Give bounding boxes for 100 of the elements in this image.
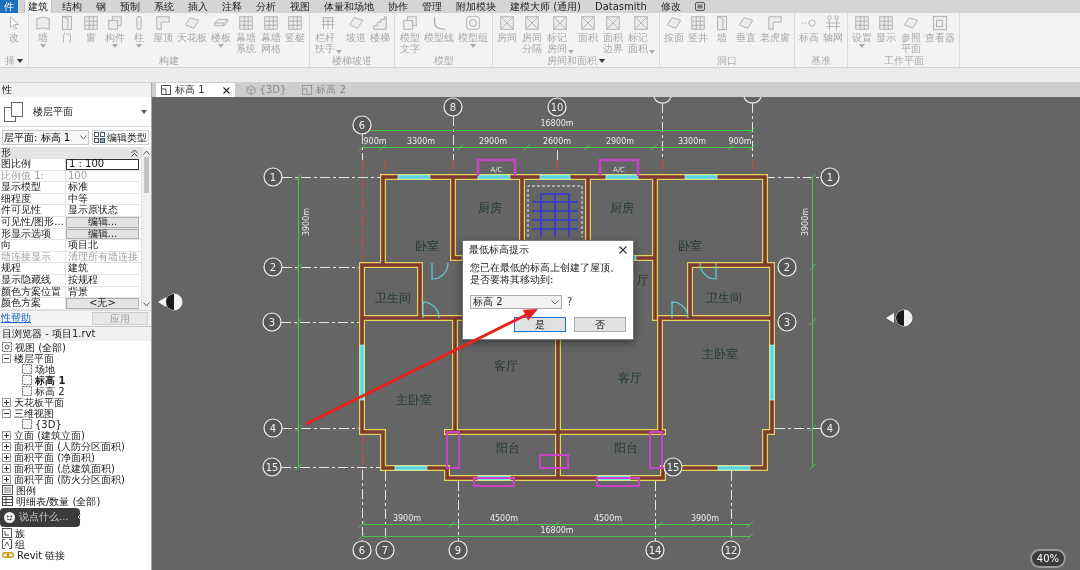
close-button[interactable] — [616, 243, 630, 256]
stacked-pages-icon — [3, 100, 25, 123]
door-swing-symbol — [699, 262, 717, 280]
property-button[interactable]: 编辑... — [66, 228, 139, 240]
window-symbol — [597, 475, 631, 481]
scroll-up-icon — [143, 150, 150, 155]
help-link[interactable]: 性帮助 — [1, 312, 31, 325]
ribbon-tab[interactable]: 体量和场地 — [320, 0, 378, 13]
ribbon-tab[interactable]: 附加模块 — [452, 0, 500, 13]
group-label: 择 — [5, 55, 15, 67]
view-icon — [22, 375, 32, 386]
grid-bubble: 9 — [448, 540, 468, 560]
group-label: 构建 — [159, 55, 179, 67]
edit-type-button[interactable]: 编辑类型 — [92, 129, 149, 145]
dimension-text: 16800m — [540, 526, 574, 535]
tree-item[interactable]: 标高 2 — [35, 385, 65, 397]
property-value: 建筑 — [67, 263, 89, 274]
window-symbol — [769, 344, 775, 401]
dialog-button[interactable]: 是 — [514, 317, 566, 332]
tree-item[interactable]: 立面 (建筑立面) — [14, 429, 85, 441]
dialog-button[interactable]: 否 — [574, 317, 626, 332]
curve-icon — [431, 15, 447, 31]
ribbon-tab[interactable]: 钢 — [92, 0, 110, 13]
group-label: 房间和面积 — [547, 55, 597, 67]
scrollbar-thumb[interactable] — [144, 157, 149, 193]
panel-title: 性 — [0, 83, 151, 97]
property-value: 按规程 — [67, 274, 99, 286]
ribbon-tab[interactable]: 建模大师 (通用) — [506, 0, 585, 13]
property-button[interactable]: 编辑... — [66, 216, 139, 228]
help-mark: ? — [567, 296, 573, 308]
ribbon-tab[interactable]: 结构 — [58, 0, 86, 13]
chevron-down-icon — [80, 134, 87, 140]
ribbon-tab[interactable]: 视图 — [286, 0, 314, 13]
property-button[interactable]: <无> — [66, 298, 139, 309]
tree-item[interactable]: 天花板平面 — [14, 396, 64, 408]
room-label: 阳台 — [614, 441, 638, 455]
grid-bubble: 12 — [721, 540, 741, 560]
property-value: 显示原状态 — [67, 205, 119, 216]
dimension-text: 3300m — [406, 137, 436, 146]
equipment-box — [473, 477, 515, 487]
view-tab[interactable]: 标高 1 — [156, 83, 235, 97]
ribbon-tab[interactable]: 注释 — [218, 0, 246, 13]
property-label: 向 — [0, 240, 66, 251]
ribbon-tab[interactable]: 插入 — [184, 0, 212, 13]
grid-bubble: 4 — [820, 418, 840, 438]
tree-item[interactable]: 图例 — [16, 484, 36, 496]
tree-item[interactable]: 场地 — [35, 363, 55, 375]
window-symbol — [539, 174, 571, 180]
plan-view-icon — [161, 85, 171, 95]
ribbon-tab[interactable]: 修改 — [656, 0, 685, 13]
comment-bar[interactable]: 说点什么... — [0, 507, 80, 527]
equipment-box — [596, 477, 640, 487]
property-label: 比例值 1: — [0, 170, 66, 182]
window-symbol — [684, 174, 718, 180]
scrollbar[interactable] — [141, 147, 151, 310]
level-select[interactable]: 标高 2 — [470, 295, 562, 309]
ribbon-tab[interactable]: 管理 — [418, 0, 446, 13]
room-label: 客厅 — [618, 371, 642, 385]
property-label: 显示隐藏线 — [0, 274, 66, 286]
group-label: 模型 — [433, 55, 454, 67]
tree-item[interactable]: 面积平面 (总建筑面积) — [14, 462, 115, 474]
tree-item[interactable]: 明细表/数量 (全部) — [16, 495, 101, 507]
property-value: 标准 — [67, 182, 89, 193]
tree-item[interactable]: 标高 1 — [35, 374, 66, 386]
view-icon — [22, 364, 32, 375]
group-label: 洞口 — [717, 55, 737, 67]
grid-bubble: 14 — [645, 540, 665, 560]
tree-item[interactable]: Revit 链接 — [17, 549, 66, 561]
tree-item[interactable]: 族 — [15, 527, 25, 539]
property-label: 显示模型 — [0, 182, 66, 193]
property-field[interactable]: 1 : 100 — [66, 159, 139, 170]
grid-bubble: 8 — [443, 97, 463, 117]
tree-item[interactable]: 组 — [15, 538, 25, 550]
equipment-box — [649, 431, 663, 469]
ribbon-tab[interactable]: 系统 — [150, 0, 178, 13]
grid-bubble: 4 — [263, 418, 283, 438]
door-swing-symbol — [671, 301, 689, 319]
collapse-icon — [131, 149, 138, 157]
dimension-text: 4500m — [593, 514, 623, 523]
view-selector[interactable]: 层平面: 标高 1 — [2, 129, 89, 145]
property-label: 墙连接显示 — [0, 251, 66, 263]
tree-item[interactable]: 楼层平面 — [14, 352, 54, 364]
tree-item[interactable]: 面积平面 (防火分区面积) — [14, 473, 125, 485]
grid-bubble: 1 — [263, 167, 283, 187]
ribbon-tab[interactable]: Datasmith — [591, 0, 651, 13]
ribbon-tab[interactable]: 分析 — [252, 0, 280, 13]
tree-item[interactable]: {3D} — [35, 418, 62, 430]
cube-icon — [245, 85, 256, 95]
ribbon-tab[interactable]: 件 — [0, 0, 18, 13]
ribbon-tab[interactable]: 协作 — [384, 0, 412, 13]
tree-item[interactable]: 三维视图 — [14, 407, 54, 419]
tree-item[interactable]: 面积平面 (净面积) — [14, 451, 95, 463]
tree-item[interactable]: 面积平面 (人防分区面积) — [14, 440, 125, 452]
tree-item[interactable]: 视图 (全部) — [15, 341, 66, 353]
ribbon-tab[interactable]: 建筑 — [24, 0, 52, 13]
stair-drawing — [527, 185, 583, 238]
ribbon-tab[interactable]: 预制 — [116, 0, 144, 13]
grid-bubble: 6 — [352, 115, 372, 135]
room-label: 卧室 — [678, 239, 702, 253]
ac-unit-box — [598, 158, 640, 176]
